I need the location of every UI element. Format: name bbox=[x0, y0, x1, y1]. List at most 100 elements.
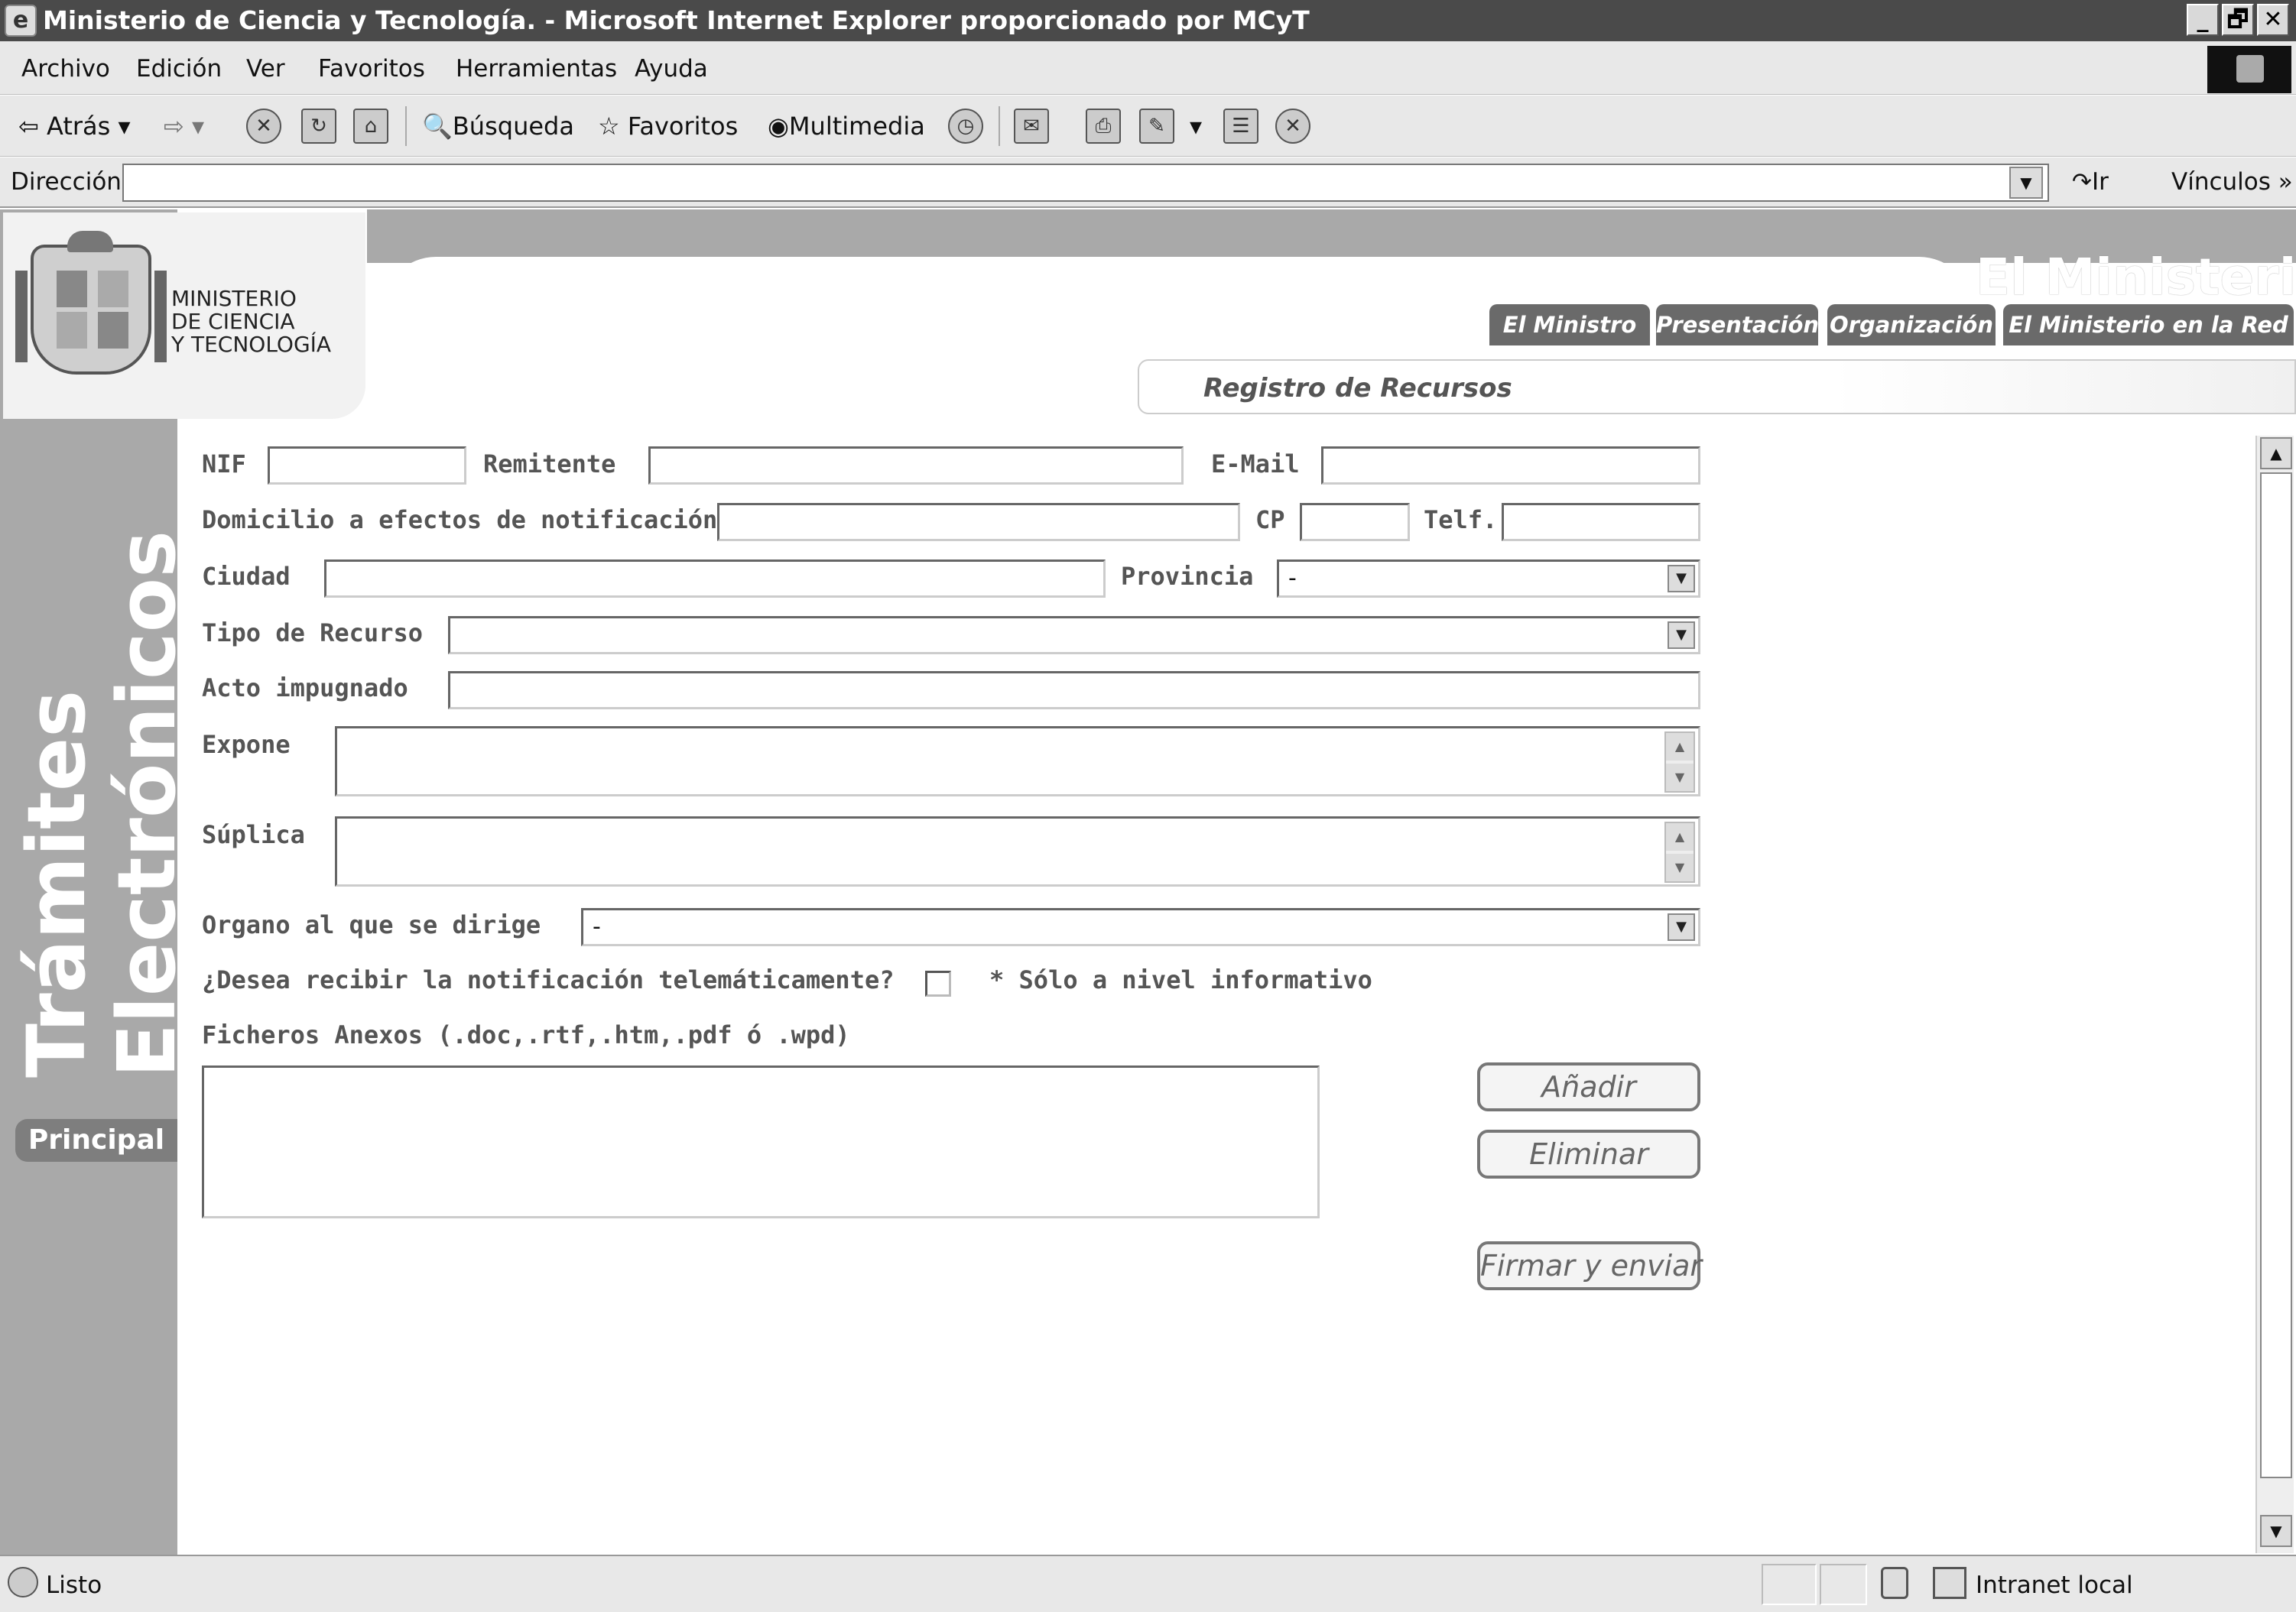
telf-input[interactable] bbox=[1502, 503, 1700, 541]
telf-label: Telf. bbox=[1424, 505, 1498, 534]
email-input[interactable] bbox=[1321, 446, 1700, 485]
scrollbar-thumb[interactable] bbox=[2260, 472, 2292, 1478]
expone-textarea[interactable]: ▲ ▼ bbox=[335, 726, 1700, 796]
intranet-zone-icon bbox=[1933, 1567, 1966, 1599]
status-pane bbox=[1820, 1564, 1867, 1605]
notificacion-checkbox[interactable] bbox=[925, 971, 951, 997]
status-bar: Listo Intranet local bbox=[0, 1555, 2296, 1612]
menu-archivo[interactable]: Archivo bbox=[21, 54, 110, 84]
chevron-down-icon[interactable]: ▼ bbox=[1668, 565, 1695, 592]
links-button[interactable]: Vínculos » bbox=[2171, 167, 2293, 197]
go-label: Ir bbox=[2091, 168, 2109, 196]
scroll-down-icon[interactable]: ▼ bbox=[1666, 854, 1694, 881]
go-button[interactable]: ↷Ir bbox=[2072, 167, 2109, 197]
email-label: E-Mail bbox=[1211, 449, 1300, 478]
ciudad-label: Ciudad bbox=[202, 562, 291, 591]
status-pane bbox=[1762, 1564, 1817, 1605]
suplica-scrollbar[interactable]: ▲ ▼ bbox=[1664, 822, 1695, 883]
restore-button[interactable]: 🗗 bbox=[2222, 4, 2254, 36]
title-bar: e Ministerio de Ciencia y Tecnología. - … bbox=[0, 0, 2296, 41]
close-button[interactable]: ✕ bbox=[2257, 4, 2289, 36]
organo-label: Organo al que se dirige bbox=[202, 910, 541, 939]
tipo-recurso-label: Tipo de Recurso bbox=[202, 618, 423, 647]
address-dropdown[interactable]: ▼ bbox=[2009, 167, 2043, 199]
media-label: Multimedia bbox=[788, 112, 925, 141]
scroll-up-icon[interactable]: ▲ bbox=[2260, 437, 2292, 469]
home-icon[interactable]: ⌂ bbox=[353, 109, 388, 144]
organo-select[interactable]: - ▼ bbox=[581, 908, 1700, 946]
cp-input[interactable] bbox=[1300, 503, 1410, 541]
chevron-down-icon[interactable]: ▼ bbox=[1668, 621, 1695, 649]
menu-ayuda[interactable]: Ayuda bbox=[635, 54, 708, 84]
remove-file-button[interactable]: Eliminar bbox=[1477, 1130, 1700, 1179]
ficheros-list[interactable] bbox=[202, 1065, 1320, 1218]
provincia-label: Provincia bbox=[1121, 562, 1254, 591]
notificacion-label: ¿Desea recibir la notificación telemátic… bbox=[202, 965, 895, 994]
window-title: Ministerio de Ciencia y Tecnología. - Mi… bbox=[43, 5, 1310, 35]
acto-label: Acto impugnado bbox=[202, 673, 408, 702]
domicilio-input[interactable] bbox=[717, 503, 1240, 541]
domicilio-label: Domicilio a efectos de notificación bbox=[202, 505, 718, 534]
back-label: Atrás bbox=[46, 112, 111, 141]
discuss-icon[interactable]: ☰ bbox=[1223, 109, 1258, 144]
sign-and-send-button[interactable]: Firmar y enviar bbox=[1477, 1241, 1702, 1290]
toolbar-separator bbox=[999, 106, 1000, 146]
scroll-up-icon[interactable]: ▲ bbox=[1666, 823, 1694, 851]
remitente-label: Remitente bbox=[483, 449, 616, 478]
chevron-down-icon[interactable]: ▼ bbox=[1668, 913, 1695, 941]
lock-icon bbox=[1881, 1567, 1908, 1599]
history-icon[interactable]: ◷ bbox=[948, 109, 983, 144]
messenger-icon[interactable]: ✕ bbox=[1275, 109, 1310, 144]
cp-label: CP bbox=[1255, 505, 1285, 534]
section-heading: El Ministerio bbox=[1976, 248, 2296, 307]
favorites-label: Favoritos bbox=[627, 112, 739, 141]
menu-ver[interactable]: Ver bbox=[246, 54, 285, 84]
sidebar-vertical-title: Trámites Electrónicos bbox=[8, 489, 183, 1085]
search-button[interactable]: 🔍Búsqueda bbox=[422, 111, 574, 141]
scroll-down-icon[interactable]: ▼ bbox=[1666, 764, 1694, 791]
stop-icon[interactable]: ✕ bbox=[246, 109, 281, 144]
media-button[interactable]: ◉Multimedia bbox=[768, 111, 925, 141]
edit-icon[interactable]: ✎ bbox=[1139, 109, 1174, 144]
provincia-value: - bbox=[1288, 565, 1297, 592]
back-button[interactable]: ⇦ Atrás ▾ bbox=[18, 111, 131, 141]
toolbar: ⇦ Atrás ▾ ⇨ ▾ ✕ ↻ ⌂ 🔍Búsqueda ☆ Favorito… bbox=[0, 96, 2296, 157]
minimize-button[interactable]: _ bbox=[2187, 4, 2219, 36]
refresh-icon[interactable]: ↻ bbox=[301, 109, 336, 144]
print-icon[interactable]: ⎙ bbox=[1086, 109, 1121, 144]
expone-scrollbar[interactable]: ▲ ▼ bbox=[1664, 731, 1695, 793]
page-title: Registro de Recursos bbox=[1203, 373, 1512, 404]
menu-favoritos[interactable]: Favoritos bbox=[318, 54, 425, 84]
scroll-down-icon[interactable]: ▼ bbox=[2260, 1515, 2292, 1547]
ciudad-input[interactable] bbox=[324, 559, 1106, 598]
acto-input[interactable] bbox=[448, 671, 1700, 709]
edit-dropdown[interactable]: ▾ bbox=[1190, 111, 1202, 141]
principal-button[interactable]: Principal bbox=[15, 1119, 177, 1162]
tab-el-ministro[interactable]: El Ministro bbox=[1489, 304, 1650, 345]
menu-edicion[interactable]: Edición bbox=[136, 54, 222, 84]
menu-herramientas[interactable]: Herramientas bbox=[456, 54, 617, 84]
status-text: Listo bbox=[46, 1571, 102, 1599]
scroll-up-icon[interactable]: ▲ bbox=[1666, 733, 1694, 761]
tab-organizacion[interactable]: Organización bbox=[1827, 304, 1996, 345]
security-zone-text: Intranet local bbox=[1976, 1571, 2133, 1599]
windows-logo-icon bbox=[2207, 46, 2291, 93]
nif-input[interactable] bbox=[268, 446, 466, 485]
tab-presentacion[interactable]: Presentación bbox=[1656, 304, 1819, 345]
ministry-logo-text: MINISTERIO DE CIENCIA Y TECNOLOGÍA bbox=[171, 286, 332, 357]
address-label: Dirección bbox=[11, 168, 122, 196]
page-status-icon bbox=[8, 1567, 38, 1597]
add-file-button[interactable]: Añadir bbox=[1477, 1062, 1700, 1111]
menu-bar: Archivo Edición Ver Favoritos Herramient… bbox=[0, 41, 2296, 95]
suplica-textarea[interactable]: ▲ ▼ bbox=[335, 816, 1700, 887]
mail-icon[interactable]: ✉ bbox=[1014, 109, 1049, 144]
tipo-recurso-select[interactable]: ▼ bbox=[448, 616, 1700, 654]
favorites-button[interactable]: ☆ Favoritos bbox=[598, 111, 738, 141]
organo-value: - bbox=[593, 913, 601, 940]
address-input[interactable] bbox=[122, 164, 2049, 202]
remitente-input[interactable] bbox=[648, 446, 1184, 485]
provincia-select[interactable]: - ▼ bbox=[1277, 559, 1700, 598]
tab-ministerio-red[interactable]: El Ministerio en la Red bbox=[2003, 304, 2294, 345]
page-scrollbar[interactable]: ▲ ▼ bbox=[2255, 436, 2294, 1553]
forward-button[interactable]: ⇨ ▾ bbox=[164, 111, 204, 141]
